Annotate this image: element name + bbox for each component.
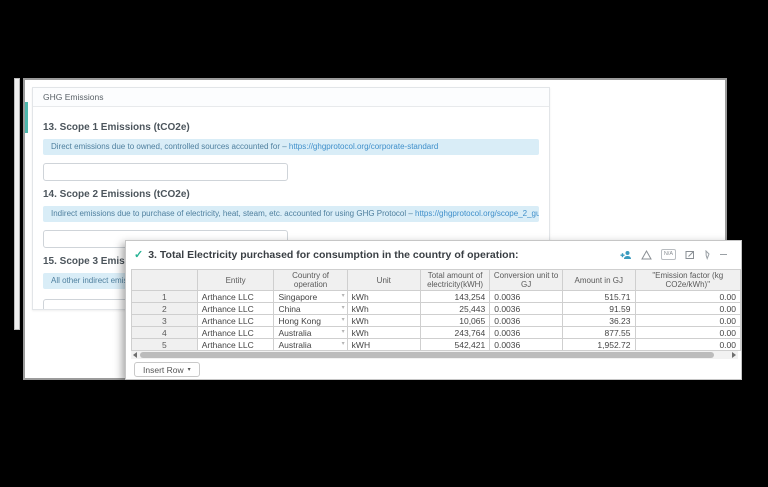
scrollbar-track[interactable] (139, 351, 730, 359)
table-row: 1 Arthance LLC Singapore ▾ kWh 143,254 0.0036 5… (131, 290, 741, 303)
dropdown-caret-icon[interactable]: ▾ (342, 340, 345, 347)
row-number-cell: 2 (131, 302, 198, 315)
column-header-emission-factor: "Emission factor (kg CO2e/kWh)" (634, 269, 741, 291)
dropdown-caret-icon[interactable]: ▾ (342, 328, 345, 335)
table-cell[interactable]: kWH (346, 338, 421, 351)
table-cell[interactable]: Arthance LLC (196, 302, 275, 315)
scroll-left-icon[interactable] (131, 351, 139, 359)
table-cell[interactable]: 10,065 (419, 314, 491, 327)
table-cell[interactable]: kWh (346, 314, 421, 327)
table-cell[interactable]: Australia ▾ (273, 326, 348, 339)
table-cell[interactable]: 1,952.72 (562, 338, 636, 351)
table-cell[interactable]: kWh (346, 302, 421, 315)
table-cell[interactable]: Arthance LLC (196, 326, 275, 339)
question-13-link[interactable]: https://ghgprotocol.org/corporate-standa… (289, 142, 438, 151)
table-row: 4 Arthance LLC Australia ▾ kWh 243,764 0.0036 8… (131, 326, 741, 339)
row-number-cell: 1 (131, 290, 198, 303)
table-cell[interactable]: 91.59 (562, 302, 636, 315)
section-title: GHG Emissions (33, 88, 549, 107)
table-cell[interactable]: 25,443 (419, 302, 491, 315)
table-row: 2 Arthance LLC China ▾ kWh 25,443 0.0036 91.59 0… (131, 302, 741, 315)
background-panel-edge (14, 78, 20, 330)
table-cell[interactable]: Hong Kong ▾ (273, 314, 348, 327)
table-header-row: Entity Country of operation Unit Total a… (131, 269, 741, 291)
row-number-cell: 3 (131, 314, 198, 327)
insert-row-caret-icon: ▾ (187, 367, 191, 373)
column-header-country: Country of operation (273, 269, 348, 291)
warning-icon[interactable] (640, 249, 652, 260)
table-cell[interactable]: 0.0036 (489, 338, 563, 351)
insert-row-button[interactable]: Insert Row ▾ (134, 362, 200, 377)
assign-user-icon[interactable] (620, 249, 632, 260)
row-number-cell: 4 (131, 326, 198, 339)
panel-title: 3. Total Electricity purchased for consu… (148, 249, 519, 261)
table-cell[interactable]: Arthance LLC (196, 314, 275, 327)
table-cell[interactable]: 0.00 (634, 326, 741, 339)
column-header-entity: Entity (196, 269, 275, 291)
table-cell[interactable]: 0.00 (634, 338, 741, 351)
column-header-unit: Unit (346, 269, 421, 291)
table-cell[interactable]: 877.55 (562, 326, 636, 339)
completed-check-icon: ✓ (134, 249, 144, 261)
table-row: 3 Arthance LLC Hong Kong ▾ kWh 10,065 0.0036 36… (131, 314, 741, 327)
column-header-total-electricity: Total amount of electricity(kWH) (419, 269, 491, 291)
question-14-info: Indirect emissions due to purchase of el… (43, 206, 539, 222)
screen-background: GHG Emissions 13. Scope 1 Emissions (tCO… (0, 0, 768, 487)
question-13-label: 13. Scope 1 Emissions (tCO2e) (43, 122, 190, 133)
na-badge-icon[interactable]: N/A (660, 249, 676, 260)
table-cell[interactable]: 542,421 (419, 338, 491, 351)
table-cell[interactable]: 0.0036 (489, 302, 563, 315)
scroll-right-icon[interactable] (730, 351, 738, 359)
question-14-link[interactable]: https://ghgprotocol.org/scope_2_guidance (415, 209, 539, 218)
more-icon[interactable] (720, 249, 727, 260)
table-cell[interactable]: Australia ▾ (273, 338, 348, 351)
table-cell[interactable]: Arthance LLC (196, 338, 275, 351)
table-cell[interactable]: kWh (346, 290, 421, 303)
dropdown-caret-icon[interactable]: ▾ (342, 292, 345, 299)
electricity-question-panel: ✓ 3. Total Electricity purchased for cons… (125, 240, 742, 380)
dropdown-caret-icon[interactable]: ▾ (342, 316, 345, 323)
column-header-conversion-unit: Conversion unit to GJ (489, 269, 563, 291)
table-cell[interactable]: 0.0036 (489, 326, 563, 339)
scrollbar-thumb[interactable] (140, 352, 714, 358)
question-toolbar: N/A (620, 249, 727, 260)
table-cell[interactable]: Singapore ▾ (273, 290, 348, 303)
table-cell[interactable]: 143,254 (419, 290, 491, 303)
table-cell[interactable]: 243,764 (419, 326, 491, 339)
panel-title-row: ✓ 3. Total Electricity purchased for cons… (134, 248, 518, 261)
table-cell[interactable]: 515.71 (562, 290, 636, 303)
table-cell[interactable]: China ▾ (273, 302, 348, 315)
table-cell[interactable]: Arthance LLC (196, 290, 275, 303)
table-row: 5 Arthance LLC Australia ▾ kWH 542,421 0.0036 1… (131, 338, 741, 351)
table-cell[interactable]: 0.00 (634, 314, 741, 327)
question-13-info: Direct emissions due to owned, controlle… (43, 139, 539, 155)
table-cell[interactable]: 0.0036 (489, 290, 563, 303)
table-cell[interactable]: 36.23 (562, 314, 636, 327)
table-cell[interactable]: kWh (346, 326, 421, 339)
question-13-input[interactable] (43, 163, 288, 181)
question-13: 13. Scope 1 Emissions (tCO2e) Direct emi… (43, 122, 539, 181)
attachment-icon[interactable] (704, 249, 711, 260)
dropdown-caret-icon[interactable]: ▾ (342, 304, 345, 311)
corner-header-cell (131, 269, 198, 291)
column-header-amount-gj: Amount in GJ (562, 269, 636, 291)
electricity-table: Entity Country of operation Unit Total a… (131, 269, 741, 351)
note-icon[interactable] (685, 249, 695, 260)
table-cell[interactable]: 0.00 (634, 290, 741, 303)
table-cell[interactable]: 0.00 (634, 302, 741, 315)
row-number-cell: 5 (131, 338, 198, 351)
table-cell[interactable]: 0.0036 (489, 314, 563, 327)
horizontal-scrollbar[interactable] (131, 351, 738, 359)
question-14-label: 14. Scope 2 Emissions (tCO2e) (43, 189, 190, 200)
scroll-accent-strip[interactable] (25, 102, 28, 133)
